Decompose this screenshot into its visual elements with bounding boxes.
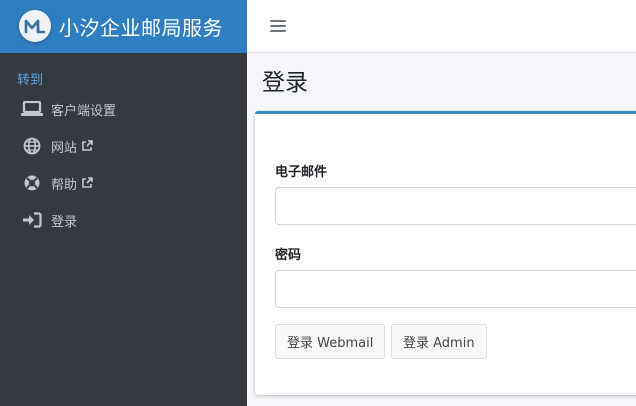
menu-toggle-icon[interactable] <box>270 17 286 35</box>
external-link-icon <box>81 140 93 152</box>
globe-icon <box>21 136 43 156</box>
sidebar-item-client-setup[interactable]: 客户端设置 <box>0 94 247 124</box>
email-label: 电子邮件 <box>275 165 328 180</box>
sidebar-item-website[interactable]: 网站 <box>0 131 247 161</box>
nav-header: 转到 <box>17 73 44 88</box>
page-title: 登录 <box>262 70 308 96</box>
sidebar-item-login[interactable]: 登录 <box>0 205 247 235</box>
top-navbar <box>247 0 636 53</box>
sidebar-item-label: 帮助 <box>51 177 78 193</box>
lifebuoy-icon <box>21 173 43 193</box>
sign-in-icon <box>21 210 43 230</box>
sidebar: 小汐企业邮局服务 转到 客户端设置 网站 帮助 登录 <box>0 0 247 406</box>
email-field[interactable] <box>275 187 636 225</box>
external-link-icon <box>81 177 93 189</box>
login-webmail-button[interactable]: 登录 Webmail <box>275 324 386 359</box>
password-label: 密码 <box>275 248 302 263</box>
laptop-icon <box>21 99 43 119</box>
password-field[interactable] <box>275 270 636 308</box>
brand-title: 小汐企业邮局服务 <box>59 16 223 40</box>
sidebar-item-label: 网站 <box>51 140 78 156</box>
brand-logo <box>19 10 51 42</box>
sidebar-item-help[interactable]: 帮助 <box>0 168 247 198</box>
sidebar-item-label: 登录 <box>51 214 78 230</box>
brand-link[interactable]: 小汐企业邮局服务 <box>0 0 247 53</box>
login-admin-button[interactable]: 登录 Admin <box>391 324 487 359</box>
sidebar-item-label: 客户端设置 <box>51 103 117 119</box>
mail-logo-icon <box>24 19 46 34</box>
